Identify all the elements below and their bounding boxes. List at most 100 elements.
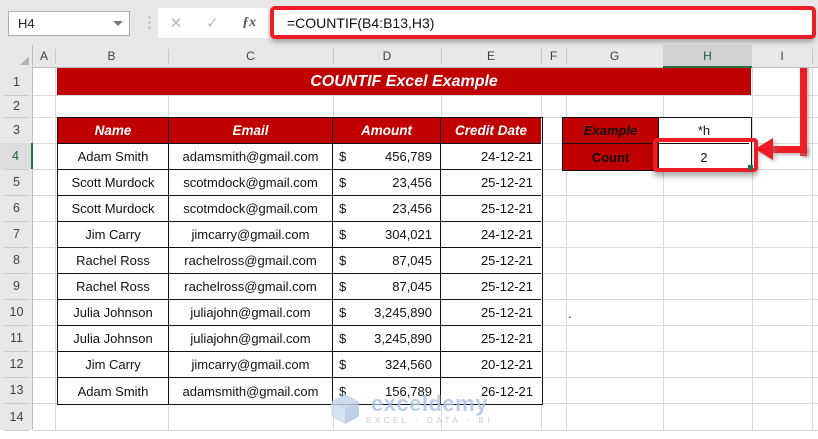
cell-credit-date[interactable]: 25-12-21 (441, 300, 541, 326)
header-amount[interactable]: Amount (333, 118, 441, 144)
select-all-corner[interactable] (0, 45, 33, 68)
currency-symbol: $ (339, 201, 347, 216)
table-row: Rachel Ross rachelross@gmail.com $87,045… (58, 248, 542, 274)
cell-name[interactable]: Jim Carry (58, 222, 169, 248)
currency-symbol: $ (339, 227, 347, 242)
formula-toolbar: H4 ⋮ ✕ ✓ ƒx =COUNTIF(B4:B13,H3) (0, 0, 818, 45)
cell-amount[interactable]: $324,560 (333, 352, 441, 378)
cell-amount[interactable]: $3,245,890 (333, 326, 441, 352)
col-header-f[interactable]: F (541, 45, 566, 68)
enter-check-icon[interactable]: ✓ (206, 16, 219, 31)
cell-email[interactable]: jimcarry@gmail.com (169, 222, 333, 248)
cell-email[interactable]: rachelross@gmail.com (169, 248, 333, 274)
col-header-c[interactable]: C (168, 45, 333, 68)
table-row: Jim Carry jimcarry@gmail.com $304,021 24… (58, 222, 542, 248)
cell-credit-date[interactable]: 25-12-21 (441, 196, 541, 222)
currency-symbol: $ (339, 149, 347, 164)
cell-credit-date[interactable]: 25-12-21 (441, 170, 541, 196)
cell-email[interactable]: scotmdock@gmail.com (169, 196, 333, 222)
row-header-13[interactable]: 13 (0, 377, 33, 403)
col-header-d[interactable]: D (333, 45, 441, 68)
cancel-icon[interactable]: ✕ (170, 16, 183, 31)
chevron-down-icon[interactable] (113, 21, 123, 26)
col-header-b[interactable]: B (55, 45, 168, 68)
currency-symbol: $ (339, 253, 347, 268)
fill-handle[interactable] (748, 165, 753, 170)
row-header-8[interactable]: 8 (0, 247, 33, 273)
cell-name[interactable]: Rachel Ross (58, 274, 169, 300)
name-box-value: H4 (18, 16, 35, 31)
cell-email[interactable]: adamsmith@gmail.com (169, 144, 333, 170)
row-header-9[interactable]: 9 (0, 273, 33, 299)
cell-amount[interactable]: $87,045 (333, 248, 441, 274)
example-label-cell[interactable]: Example (563, 118, 659, 144)
currency-symbol: $ (339, 279, 347, 294)
header-email[interactable]: Email (169, 118, 333, 144)
col-header-i[interactable]: I (752, 45, 812, 68)
currency-symbol: $ (339, 175, 347, 190)
name-box[interactable]: H4 (8, 11, 130, 36)
cell-amount[interactable]: $23,456 (333, 170, 441, 196)
row-header-2[interactable]: 2 (0, 95, 33, 117)
cell-credit-date[interactable]: 25-12-21 (441, 274, 541, 300)
col-header-g[interactable]: G (566, 45, 663, 68)
cell-credit-date[interactable]: 20-12-21 (441, 352, 541, 378)
insert-function-fx-icon[interactable]: ƒx (242, 15, 256, 31)
row-header-10[interactable]: 10 (0, 299, 33, 325)
row-header-14[interactable]: 14 (0, 403, 33, 430)
row-header-12[interactable]: 12 (0, 351, 33, 377)
cell-name[interactable]: Jim Carry (58, 352, 169, 378)
cell-email[interactable]: juliajohn@gmail.com (169, 326, 333, 352)
col-header-h-selected[interactable]: H (663, 45, 752, 68)
cell-name[interactable]: Julia Johnson (58, 300, 169, 326)
cell-credit-date[interactable]: 25-12-21 (441, 248, 541, 274)
cell-name[interactable]: Rachel Ross (58, 248, 169, 274)
currency-symbol: $ (339, 357, 347, 372)
table-row: Scott Murdock scotmdock@gmail.com $23,45… (58, 196, 542, 222)
row-header-7[interactable]: 7 (0, 221, 33, 247)
count-label-cell[interactable]: Count (563, 144, 659, 170)
cell-credit-date[interactable]: 24-12-21 (441, 222, 541, 248)
cell-g10-dot[interactable]: . (566, 299, 663, 325)
cell-email[interactable]: scotmdock@gmail.com (169, 170, 333, 196)
result-highlight-box (653, 138, 758, 172)
title-banner-cell[interactable]: COUNTIF Excel Example (57, 68, 751, 95)
cell-amount[interactable]: $23,456 (333, 196, 441, 222)
cell-name[interactable]: Julia Johnson (58, 326, 169, 352)
toolbar-separator-dots-icon: ⋮ (142, 14, 157, 31)
row-header-3[interactable]: 3 (0, 117, 33, 143)
callout-arrow-head-icon (755, 138, 773, 160)
table-header-row: Name Email Amount Credit Date (58, 118, 542, 144)
table-row: Scott Murdock scotmdock@gmail.com $23,45… (58, 170, 542, 196)
row-header-4-selected[interactable]: 4 (0, 143, 33, 169)
cell-credit-date[interactable]: 25-12-21 (441, 326, 541, 352)
row-header-6[interactable]: 6 (0, 195, 33, 221)
cell-email[interactable]: juliajohn@gmail.com (169, 300, 333, 326)
cell-name[interactable]: Adam Smith (58, 378, 169, 404)
cell-name[interactable]: Scott Murdock (58, 170, 169, 196)
col-header-a[interactable]: A (33, 45, 55, 68)
table-row: Julia Johnson juliajohn@gmail.com $3,245… (58, 300, 542, 326)
formula-buttons: ✕ ✓ ƒx (158, 8, 268, 38)
data-table: Name Email Amount Credit Date Adam Smith… (57, 117, 543, 405)
cell-email[interactable]: rachelross@gmail.com (169, 274, 333, 300)
cell-amount[interactable]: $3,245,890 (333, 300, 441, 326)
cell-credit-date[interactable]: 24-12-21 (441, 144, 541, 170)
excel-window: H4 ⋮ ✕ ✓ ƒx =COUNTIF(B4:B13,H3) A B C D … (0, 0, 818, 439)
formula-bar-highlighted[interactable]: =COUNTIF(B4:B13,H3) (270, 6, 816, 39)
cell-amount[interactable]: $87,045 (333, 274, 441, 300)
row-header-11[interactable]: 11 (0, 325, 33, 351)
cell-amount[interactable]: $304,021 (333, 222, 441, 248)
row-header-1[interactable]: 1 (0, 68, 33, 95)
cell-amount[interactable]: $456,789 (333, 144, 441, 170)
callout-arrow-horizontal (772, 146, 807, 153)
header-name[interactable]: Name (58, 118, 169, 144)
watermark-brand: exceldemy (370, 391, 488, 416)
cell-email[interactable]: adamsmith@gmail.com (169, 378, 333, 404)
cell-name[interactable]: Adam Smith (58, 144, 169, 170)
cell-name[interactable]: Scott Murdock (58, 196, 169, 222)
cell-email[interactable]: jimcarry@gmail.com (169, 352, 333, 378)
col-header-e[interactable]: E (441, 45, 541, 68)
row-header-5[interactable]: 5 (0, 169, 33, 195)
header-credit-date[interactable]: Credit Date (441, 118, 541, 144)
